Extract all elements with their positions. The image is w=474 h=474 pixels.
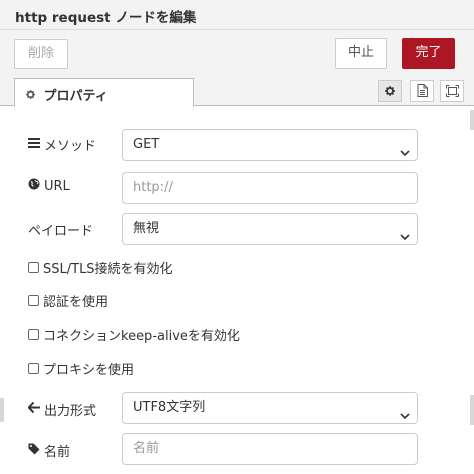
url-placeholder: http:// [133,180,173,195]
proxy-option[interactable]: プロキシを使用 [28,359,134,378]
settings-tab-button[interactable] [378,80,402,102]
keepalive-checkbox[interactable] [28,329,39,340]
tray-title: http request ノードを編集 [15,10,197,26]
done-button[interactable]: 完了 [402,38,455,69]
tab-properties[interactable]: プロパティ [14,78,194,107]
chevron-down-icon [400,403,410,420]
arrow-left-icon [27,401,40,417]
url-input[interactable]: http:// [122,172,418,204]
output-select[interactable]: UTF8文字列 [122,392,418,424]
url-label: URL [28,178,70,194]
globe-icon [28,178,40,194]
document-icon [417,82,428,101]
appearance-tab-button[interactable] [440,80,464,102]
delete-button[interactable]: 削除 [14,39,68,69]
payload-select[interactable]: 無視 [122,213,418,245]
tray-header: http request ノードを編集 [0,0,474,30]
scrollbar-thumb[interactable] [470,395,474,425]
frame-icon [445,82,459,101]
chevron-down-icon [400,224,410,241]
ssl-option[interactable]: SSL/TLS接続を有効化 [28,258,173,277]
proxy-checkbox[interactable] [28,363,39,374]
name-placeholder: 名前 [133,441,160,456]
auth-checkbox[interactable] [28,295,39,306]
description-tab-button[interactable] [410,80,434,102]
chevron-down-icon [400,140,410,157]
tag-icon [28,443,40,459]
resize-handle[interactable] [0,398,4,422]
tab-properties-label: プロパティ [43,89,108,104]
name-input[interactable]: 名前 [122,433,418,465]
method-label: メソッド [28,135,96,154]
name-label: 名前 [28,441,70,460]
list-icon [28,137,40,152]
keepalive-option[interactable]: コネクションkeep-aliveを有効化 [28,325,240,344]
gear-icon [384,82,396,101]
ssl-checkbox[interactable] [28,262,39,273]
output-label: 出力形式 [27,400,96,419]
cancel-button[interactable]: 中止 [335,38,387,69]
payload-label: ペイロード [28,224,94,239]
gear-icon [25,89,36,104]
method-select[interactable]: GET [122,129,418,161]
auth-option[interactable]: 認証を使用 [28,291,108,310]
scrollbar-track[interactable] [470,110,474,130]
